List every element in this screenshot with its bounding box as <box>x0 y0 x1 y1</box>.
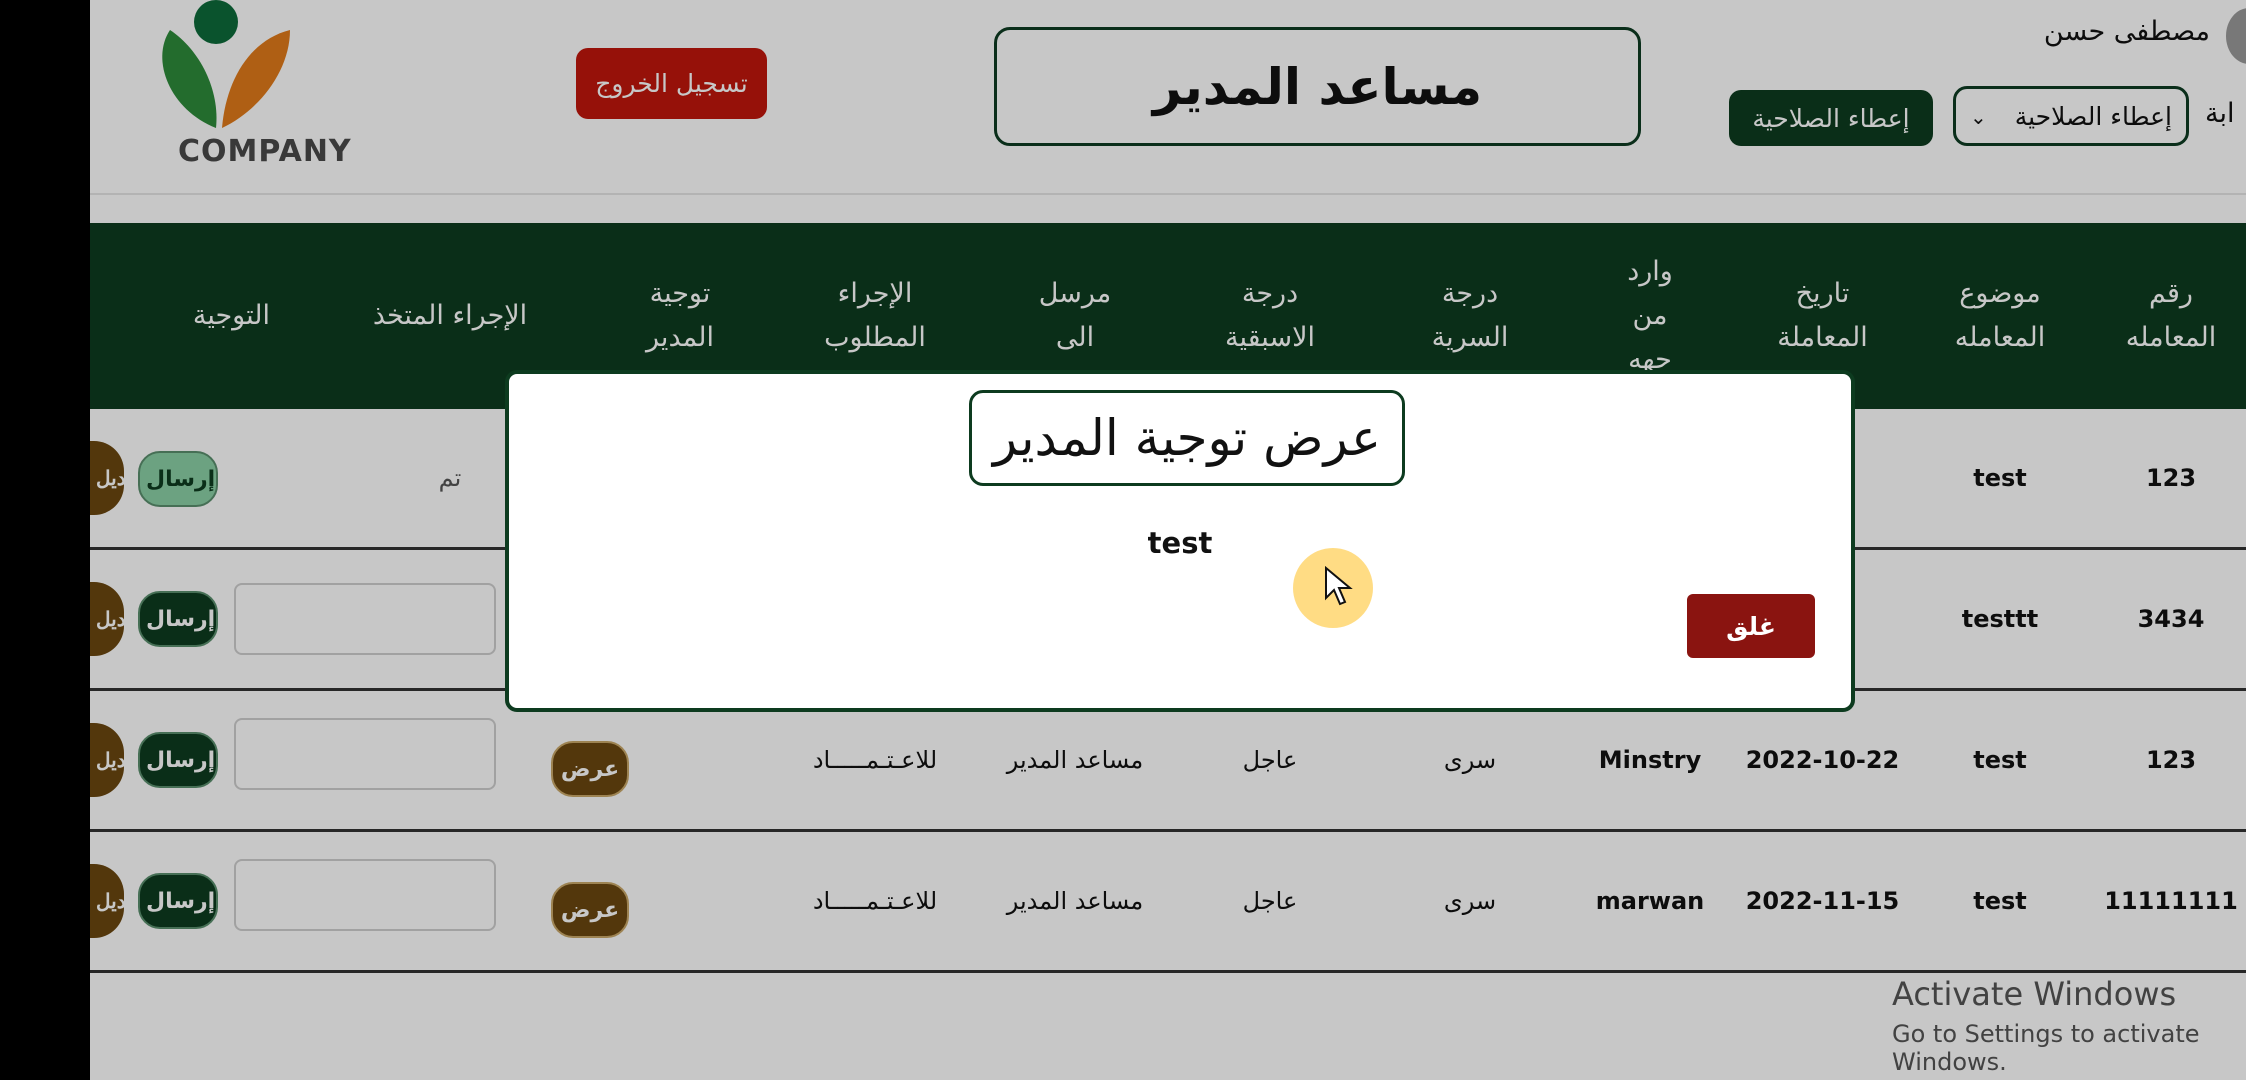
modal-body-text: test <box>1147 526 1213 560</box>
mouse-pointer-icon <box>1325 566 1353 606</box>
modal-title: عرض توجية المدير <box>969 390 1405 486</box>
manager-direction-modal: عرض توجية المدير test غلق <box>505 370 1855 712</box>
app-window: COMPANY تسجيل الخروج مساعد المدير مصطفى … <box>90 0 2246 1080</box>
close-button[interactable]: غلق <box>1687 594 1815 658</box>
